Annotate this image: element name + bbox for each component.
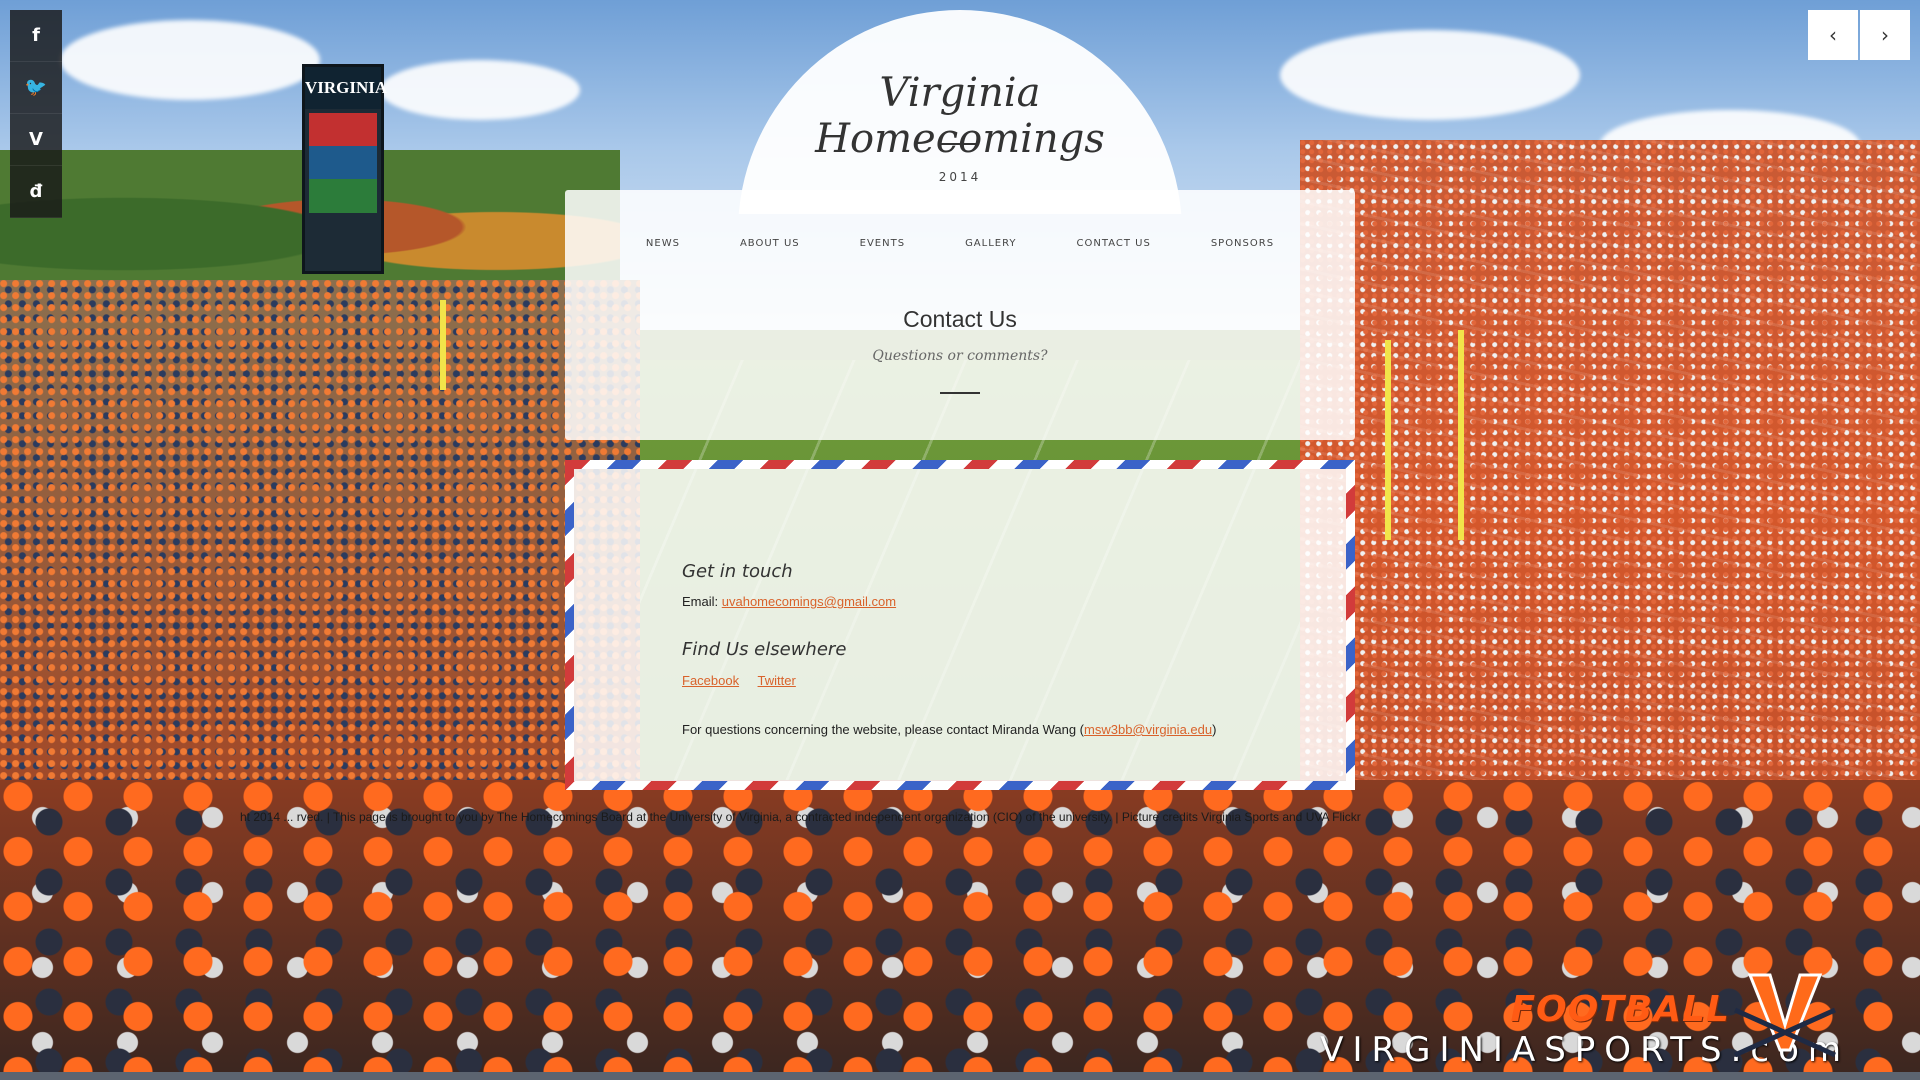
website-note-prefix: For questions concerning the website, pl…	[682, 722, 1085, 737]
website-email-link[interactable]: msw3bb@virginia.edu	[1084, 722, 1212, 737]
brand-football: FOOTBALL	[1510, 989, 1730, 1030]
slide-nav: ‹ ›	[1808, 10, 1910, 60]
goalpost	[1458, 330, 1464, 540]
menu-item-news[interactable]: NEWS	[616, 238, 710, 249]
cloud	[380, 60, 580, 120]
page-divider	[940, 392, 980, 394]
cloud	[60, 20, 320, 100]
menu-item-gallery[interactable]: GALLERY	[935, 238, 1046, 249]
uva-v-sabre-icon	[1733, 973, 1837, 1058]
website-note-suffix: )	[1212, 722, 1217, 737]
chevron-right-icon[interactable]: ›	[1860, 10, 1910, 60]
facebook-link[interactable]: Facebook	[682, 673, 739, 688]
get-in-touch-heading: Get in touch	[682, 561, 793, 582]
bottom-strip	[0, 1072, 1920, 1080]
chevron-left-icon[interactable]: ‹	[1808, 10, 1858, 60]
scoreboard: VIRGINIA	[302, 64, 387, 274]
twitter-link[interactable]: Twitter	[758, 673, 796, 688]
footer-copyright: ht 2014 ... rved. | This page is brought…	[240, 810, 1361, 824]
menu-item-contact-us[interactable]: CONTACT US	[1047, 238, 1181, 249]
menu-item-sponsors[interactable]: SPONSORS	[1181, 238, 1304, 249]
website-contact-note: For questions concerning the website, pl…	[682, 722, 1302, 737]
social-links: Facebook Twitter	[682, 672, 1302, 690]
find-us-heading: Find Us elsewhere	[682, 639, 847, 660]
cloud	[1280, 30, 1580, 120]
social-bar: f 🐦 V đ	[10, 10, 62, 218]
tumblr-icon[interactable]: đ	[10, 166, 62, 218]
main-menu: NEWS ABOUT US EVENTS GALLERY CONTACT US …	[565, 238, 1355, 249]
goalpost	[440, 300, 446, 390]
contact-card: Get in touch Email: uvahomecomings@gmail…	[565, 460, 1355, 790]
menu-item-about-us[interactable]: ABOUT US	[710, 238, 830, 249]
goalpost	[1385, 340, 1391, 540]
title-divider	[941, 143, 979, 145]
twitter-icon[interactable]: 🐦	[10, 62, 62, 114]
site-title[interactable]: Virginia Homecomings	[738, 70, 1182, 162]
vimeo-icon[interactable]: V	[10, 114, 62, 166]
page-title: Contact Us	[903, 306, 1017, 332]
email-link[interactable]: uvahomecomings@gmail.com	[722, 594, 896, 609]
email-label: Email:	[682, 594, 719, 609]
contact-content: Get in touch Email: uvahomecomings@gmail…	[682, 561, 1302, 737]
site-year: 2014	[938, 170, 982, 184]
facebook-icon[interactable]: f	[10, 10, 62, 62]
email-line: Email: uvahomecomings@gmail.com	[682, 594, 1302, 609]
page-subtitle: Questions or comments?	[872, 348, 1048, 364]
menu-item-events[interactable]: EVENTS	[830, 238, 935, 249]
scoreboard-text: VIRGINIA	[305, 67, 387, 109]
